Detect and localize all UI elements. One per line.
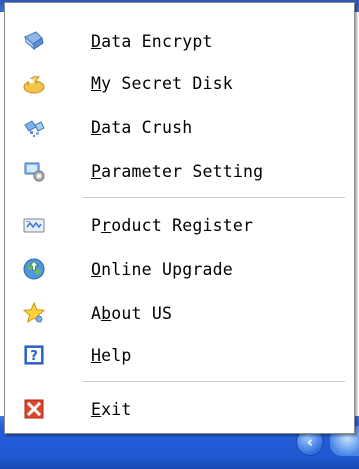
register-icon <box>22 213 46 237</box>
menu-item-data-encrypt[interactable]: Data Encrypt <box>9 21 349 61</box>
crush-icon <box>22 115 46 139</box>
menu-item-label: Online Upgrade <box>91 259 233 279</box>
menu-item-product-register[interactable]: Product Register <box>9 205 349 245</box>
menu-item-label: Parameter Setting <box>91 161 264 181</box>
exit-icon <box>22 397 46 421</box>
menu-separator <box>83 381 345 383</box>
menu-item-online-upgrade[interactable]: Online Upgrade <box>9 249 349 289</box>
secret-disk-icon <box>22 71 46 95</box>
settings-icon <box>22 159 46 183</box>
encrypt-icon <box>22 29 46 53</box>
menu-item-help[interactable]: ? Help <box>9 335 349 375</box>
menu-item-label: Exit <box>91 399 132 419</box>
help-icon: ? <box>22 343 46 367</box>
context-menu: Data Encrypt My Secret Disk Data Crush P… <box>4 2 355 434</box>
menu-item-label: About US <box>91 303 173 323</box>
svg-text:?: ? <box>30 349 38 364</box>
menu-item-parameter-setting[interactable]: Parameter Setting <box>9 151 349 191</box>
menu-item-exit[interactable]: Exit <box>9 389 349 429</box>
menu-item-data-crush[interactable]: Data Crush <box>9 107 349 147</box>
menu-separator <box>83 197 345 199</box>
about-star-icon <box>22 301 46 325</box>
menu-item-about-us[interactable]: About US <box>9 293 349 333</box>
menu-item-label: Data Crush <box>91 117 193 137</box>
upgrade-globe-icon <box>22 257 46 281</box>
menu-item-my-secret-disk[interactable]: My Secret Disk <box>9 63 349 103</box>
menu-item-label: Help <box>91 345 132 365</box>
menu-item-label: My Secret Disk <box>91 73 233 93</box>
menu-item-label: Product Register <box>91 215 254 235</box>
menu-item-label: Data Encrypt <box>91 31 213 51</box>
